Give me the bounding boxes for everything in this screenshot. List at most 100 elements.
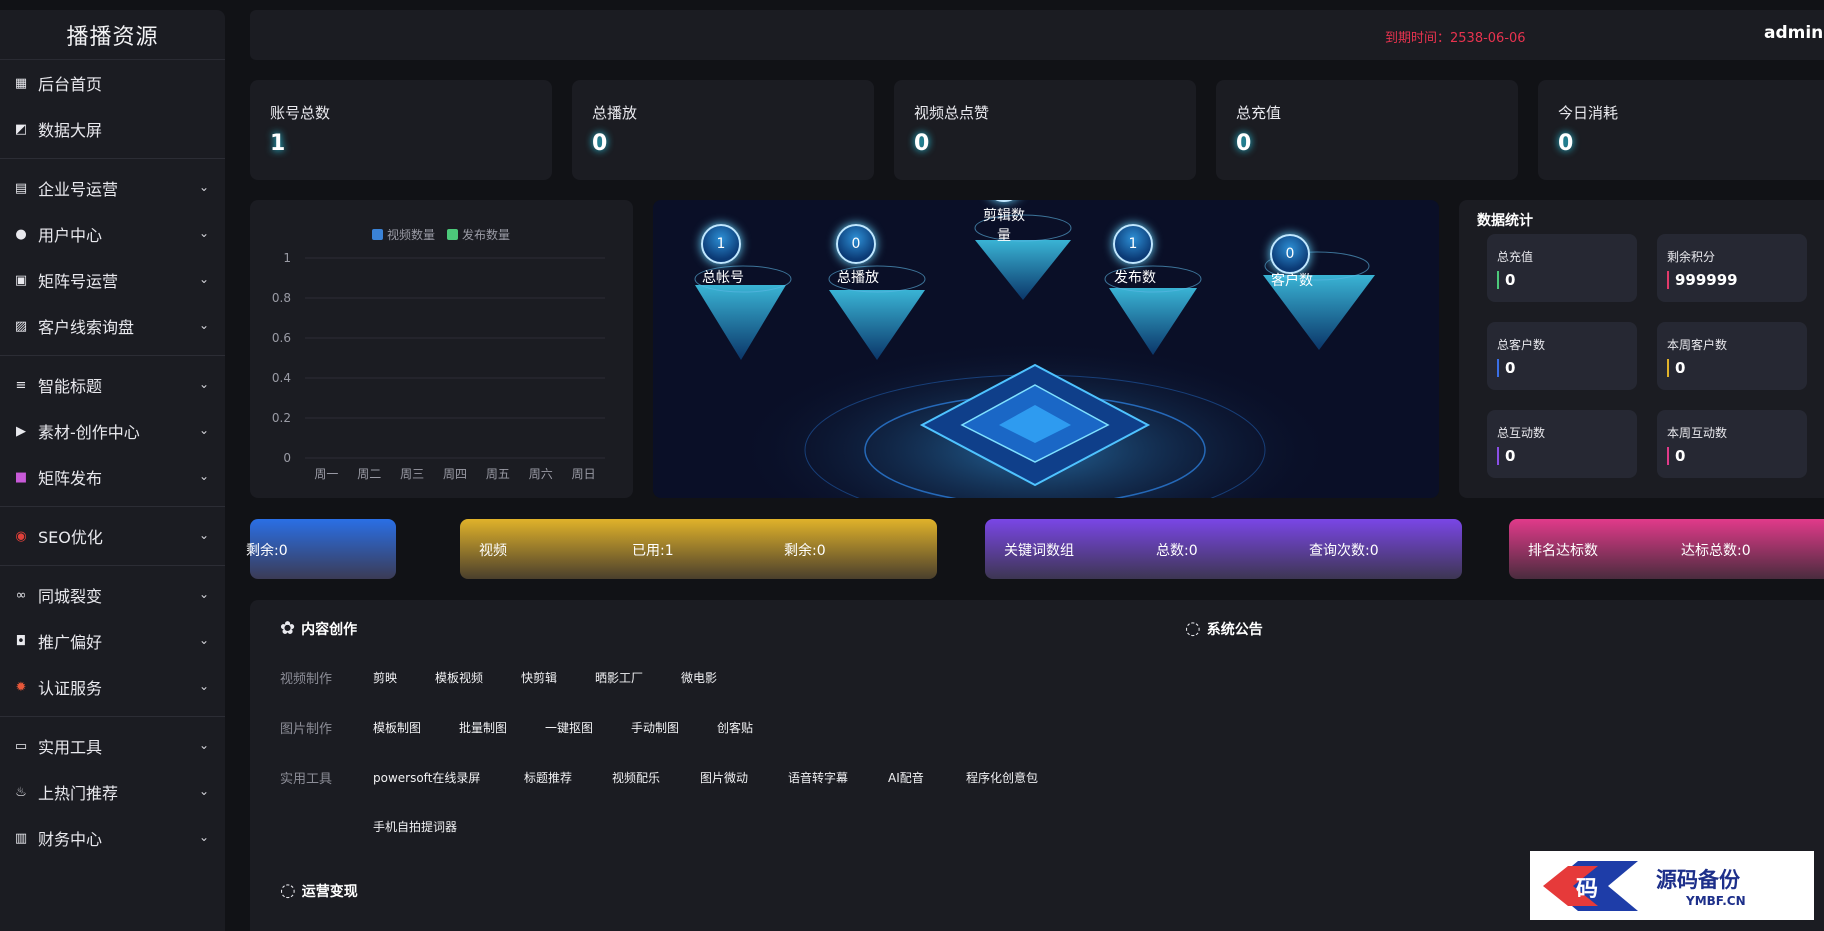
x-tick-label: 周五 [486, 467, 510, 481]
sidebar-item[interactable]: ◩ 数据大屏 [0, 106, 225, 152]
tool-link[interactable]: 晒影工厂 [595, 669, 643, 686]
visual-label: 总播放 [837, 270, 879, 286]
data-stat-label: 总充值 [1497, 250, 1534, 264]
data-stat-value: 0 [1497, 447, 1627, 465]
legend-swatch [447, 229, 458, 240]
tool-link[interactable]: 视频配乐 [612, 769, 660, 786]
chevron-down-icon: ⌄ [198, 587, 209, 601]
data-stat-card: 总客户数 0 [1487, 322, 1637, 390]
x-tick-label: 周四 [443, 467, 467, 481]
sidebar-item[interactable]: ◘ 推广偏好 ⌄ [0, 618, 225, 664]
tool-link[interactable]: 一键抠图 [545, 719, 593, 736]
sidebar-item[interactable]: ♨ 上热门推荐 ⌄ [0, 769, 225, 815]
data-stat-card: 剩余积分 999999 [1657, 234, 1807, 302]
stat-card-likes: 视频总点赞 0 [894, 80, 1196, 180]
sidebar-item-label: 用户中心 [38, 226, 103, 245]
chevron-down-icon: ⌄ [198, 423, 209, 437]
strip-remain: 剩余:0 [784, 543, 826, 559]
tool-link[interactable]: 批量制图 [459, 719, 507, 736]
tool-link[interactable]: 创客贴 [717, 719, 753, 736]
tool-link[interactable]: 语音转字幕 [788, 769, 848, 786]
tool-link[interactable]: 手机自拍提词器 [373, 818, 457, 835]
strip-name: 排名达标数 [1528, 543, 1598, 559]
x-tick-label: 周六 [529, 467, 553, 481]
sidebar-item[interactable]: ▣ 矩阵号运营 ⌄ [0, 257, 225, 303]
tool-link[interactable]: 图片微动 [700, 769, 748, 786]
tool-link[interactable]: 程序化创意包 [966, 769, 1038, 786]
sidebar-item-label: 矩阵发布 [38, 469, 103, 488]
tool-link[interactable]: 模板制图 [373, 719, 421, 736]
sidebar-item[interactable]: ■ 矩阵发布 ⌄ [0, 454, 225, 500]
tool-link[interactable]: 快剪辑 [521, 669, 557, 686]
sidebar-item-label: 客户线索询盘 [38, 318, 135, 337]
sidebar-item-label: 后台首页 [38, 75, 103, 94]
sidebar-item-label: 实用工具 [38, 738, 103, 757]
sidebar-item[interactable]: ≡ 智能标题 ⌄ [0, 362, 225, 408]
stat-card-recharge: 总充值 0 [1216, 80, 1518, 180]
data-stat-card: 总互动数 0 [1487, 410, 1637, 478]
sidebar-item[interactable]: ▤ 企业号运营 ⌄ [0, 165, 225, 211]
stat-value: 0 [914, 131, 930, 156]
expire-date: 到期时间：2538-06-06 [1385, 31, 1526, 46]
badge-icon: ✹ [15, 679, 27, 695]
sidebar-item[interactable]: ▦ 后台首页 [0, 60, 225, 106]
strip-total: 达标总数:0 [1681, 543, 1751, 559]
robot-icon: ◘ [15, 633, 27, 649]
notice-label: 系统公告 [1206, 621, 1263, 638]
tool-link[interactable]: AI配音 [888, 769, 924, 786]
data-stat-label: 本周客户数 [1667, 338, 1728, 352]
center-visual: 1 总帐号 0 总播放 0 剪辑数量 1 发布数 0 客户数 [653, 200, 1439, 498]
sidebar-item[interactable]: ▥ 财务中心 ⌄ [0, 815, 225, 861]
sidebar-item-label: 推广偏好 [38, 633, 103, 652]
stat-label: 今日消耗 [1558, 104, 1619, 122]
chart-icon: ◩ [14, 121, 28, 137]
sidebar: 播播资源 ▦ 后台首页 ◩ 数据大屏 ▤ 企业号运营 ⌄ ● 用户中心 ⌄ ▣ 矩阵号运营 ⌄ ▨ 客户线索… [0, 10, 225, 931]
chevron-down-icon: ⌄ [198, 633, 209, 647]
seo-icon: ◉ [15, 528, 27, 544]
sidebar-item[interactable]: ▶ 素材-创作中心 ⌄ [0, 408, 225, 454]
strip-remain: 剩余:0 [246, 543, 288, 559]
visual-label: 客户数 [1271, 273, 1313, 289]
tool-link[interactable]: 剪映 [373, 669, 397, 686]
sidebar-item-label: 同城裂变 [38, 587, 103, 606]
y-tick-label: 0.2 [272, 411, 291, 425]
sidebar-item[interactable]: ✹ 认证服务 ⌄ [0, 664, 225, 710]
list-icon: ≡ [15, 377, 27, 393]
sidebar-item[interactable]: ∞ 同城裂变 ⌄ [0, 572, 225, 618]
chevron-down-icon: ⌄ [198, 318, 209, 332]
building-icon: ▤ [14, 180, 28, 196]
legend-label: 视频数量 [387, 227, 435, 242]
tool-link[interactable]: 模板视频 [435, 669, 483, 686]
tool-link[interactable]: 手动制图 [631, 719, 679, 736]
tool-link[interactable]: 微电影 [681, 669, 717, 686]
flower-icon: ✿ [280, 618, 296, 639]
stat-card-today-cost: 今日消耗 0 [1538, 80, 1824, 180]
weekly-bar-chart: 0 0.2 0.4 0.6 0.8 1 周一 周二 周三 周四 周五 周六 周日 视频数量 发布数量 [272, 227, 605, 481]
tool-link[interactable]: 标题推荐 [524, 769, 572, 786]
watermark-cn: 源码备份 [1656, 867, 1740, 892]
data-stat-card: 总充值 0 [1487, 234, 1637, 302]
strip-name: 视频 [479, 543, 507, 559]
sidebar-item[interactable]: ▭ 实用工具 ⌄ [0, 723, 225, 769]
stat-label: 总播放 [592, 104, 638, 122]
stat-label: 视频总点赞 [914, 104, 990, 122]
visual-bubble: 0 [1270, 234, 1310, 274]
weekly-chart-panel: 0 0.2 0.4 0.6 0.8 1 周一 周二 周三 周四 周五 周六 周日 视频数量 发布数量 [250, 200, 633, 498]
strip-total: 总数:0 [1156, 543, 1198, 559]
stat-card-accounts: 账号总数 1 [250, 80, 552, 180]
chevron-down-icon: ⌄ [198, 469, 209, 483]
sidebar-item[interactable]: ● 用户中心 ⌄ [0, 211, 225, 257]
tool-link[interactable]: powersoft在线录屏 [373, 769, 480, 786]
user-menu[interactable]: admin▼ [1764, 23, 1824, 43]
sidebar-item-label: 认证服务 [38, 679, 103, 698]
x-tick-label: 周三 [400, 467, 424, 481]
wallet-icon: ▥ [14, 830, 28, 846]
quota-strip-keywords: 关键词数组 总数:0 查询次数:0 [985, 519, 1462, 579]
sidebar-item-label: 素材-创作中心 [38, 423, 140, 442]
user-name: admin [1764, 23, 1824, 43]
visual-bubble: 1 [1113, 224, 1153, 264]
watermark-glyph: 码 [1576, 877, 1598, 902]
sidebar-item[interactable]: ◉ SEO优化 ⌄ [0, 513, 225, 559]
sidebar-item[interactable]: ▨ 客户线索询盘 ⌄ [0, 303, 225, 349]
fire-icon: ♨ [15, 784, 27, 800]
